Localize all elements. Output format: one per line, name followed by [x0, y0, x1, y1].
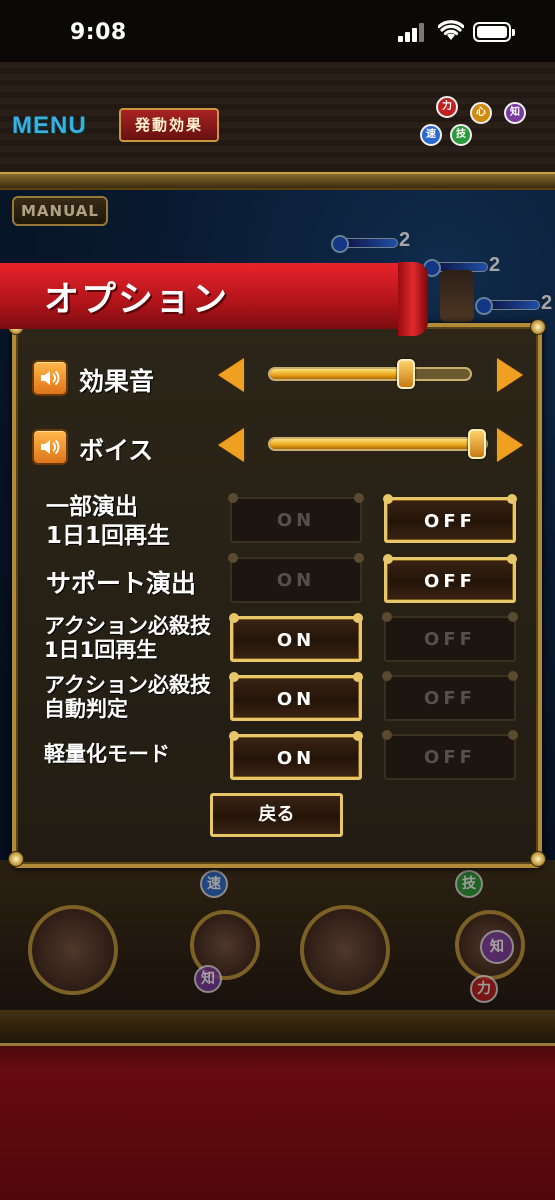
sound-effects-slider[interactable] [268, 359, 472, 389]
voice-slider-knob[interactable] [468, 429, 486, 459]
type-intellect-icon: 知 [504, 102, 526, 124]
setting-label: 軽量化モード [44, 742, 170, 766]
type-psychic-icon: 心 [470, 102, 492, 124]
setting-label: 一部演出 [46, 494, 138, 520]
setting-label: アクション必殺技 [44, 614, 211, 638]
toggle-off-button[interactable]: OFF [382, 730, 518, 780]
game-screen: 9:08 MENU 発動効果 力 心 知 速 技 MANUAL 2 2 2 速 … [0, 0, 555, 1200]
banner-scroll-end [398, 262, 428, 336]
type-speed-icon: 速 [420, 124, 442, 146]
type-chart-icon[interactable]: 力 心 知 速 技 [418, 94, 528, 150]
type-technique-icon: 技 [450, 124, 472, 146]
corner-rivet [8, 851, 24, 867]
toggle-on-button[interactable]: ON [228, 553, 364, 603]
back-button[interactable]: 戻る [210, 793, 343, 837]
type-power-icon: 力 [436, 96, 458, 118]
signal-icon [398, 22, 426, 42]
toggle-off-button[interactable]: OFF [382, 671, 518, 721]
sound-effects-label: 効果音 [79, 367, 155, 396]
game-top-bar: MENU 発動効果 力 心 知 速 技 [0, 62, 555, 182]
setting-label: アクション必殺技 [44, 673, 211, 697]
sound-effects-decrease-arrow[interactable] [218, 358, 244, 392]
voice-fill [270, 439, 478, 449]
status-bar: 9:08 [0, 0, 555, 62]
setting-label: 自動判定 [44, 697, 128, 721]
hud-divider [0, 172, 555, 190]
corner-rivet [530, 851, 546, 867]
sound-effects-slider-knob[interactable] [397, 359, 415, 389]
toggle-off-button[interactable]: OFF [382, 612, 518, 662]
setting-label: 1日1回再生 [46, 523, 171, 549]
wifi-icon [438, 20, 464, 40]
toggle-off-button[interactable]: OFF [383, 554, 517, 603]
toggle-off-button[interactable]: OFF [383, 494, 517, 543]
voice-label: ボイス [79, 436, 154, 465]
voice-increase-arrow[interactable] [497, 428, 523, 462]
dialog-title: オプション [44, 280, 230, 320]
voice-decrease-arrow[interactable] [218, 428, 244, 462]
corner-rivet [530, 319, 546, 335]
menu-button[interactable]: MENU [12, 112, 87, 140]
speaker-icon[interactable] [32, 429, 68, 465]
activation-effect-button[interactable]: 発動効果 [119, 108, 219, 142]
sound-effects-fill [270, 369, 407, 379]
toggle-on-button[interactable]: ON [229, 672, 363, 721]
sound-effects-increase-arrow[interactable] [497, 358, 523, 392]
setting-label: 1日1回再生 [44, 638, 158, 662]
speaker-icon[interactable] [32, 360, 68, 396]
voice-slider[interactable] [268, 429, 488, 459]
toggle-on-button[interactable]: ON [229, 731, 363, 780]
toggle-on-button[interactable]: ON [228, 493, 364, 543]
battery-icon [473, 22, 515, 42]
status-time: 9:08 [70, 20, 127, 45]
toggle-on-button[interactable]: ON [229, 613, 363, 662]
setting-label: サポート演出 [46, 569, 197, 598]
